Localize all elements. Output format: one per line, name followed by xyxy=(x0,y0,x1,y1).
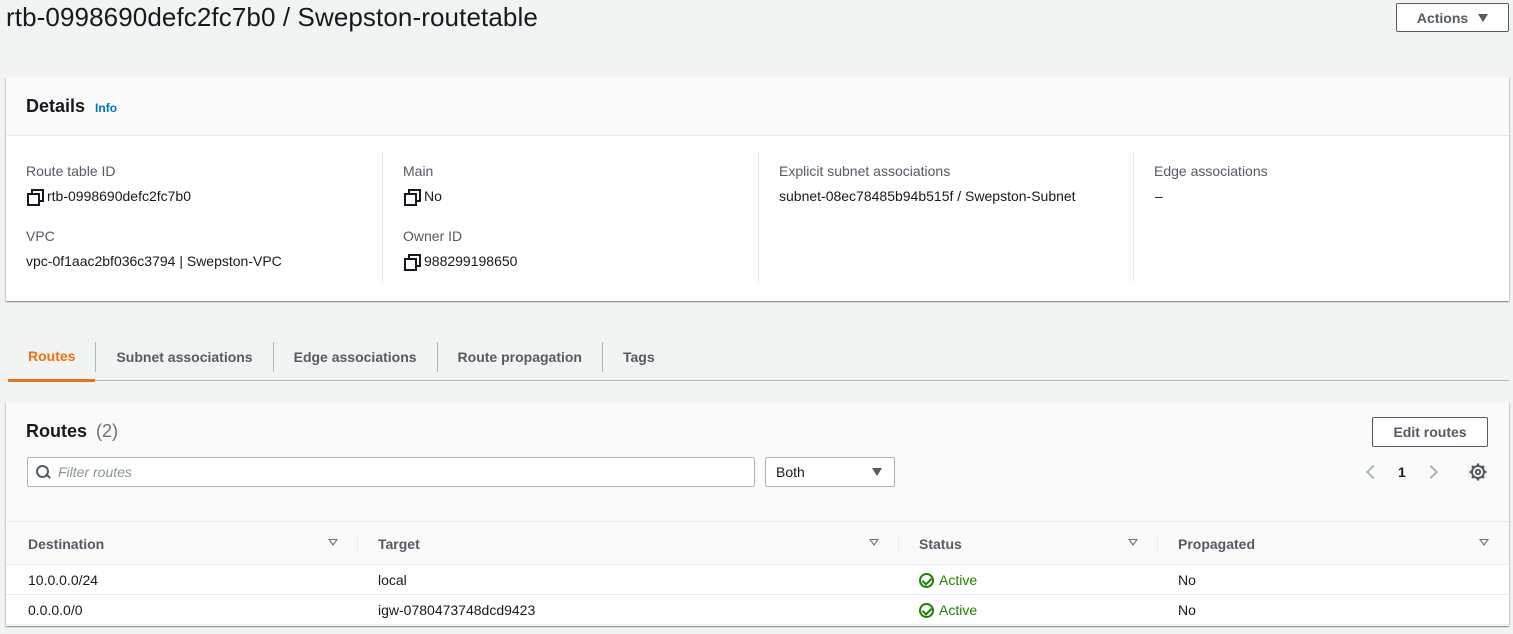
column-header-propagated[interactable]: Propagated xyxy=(1178,522,1255,565)
sort-icon[interactable] xyxy=(1479,539,1489,546)
page-number[interactable]: 1 xyxy=(1398,464,1406,480)
tab-tags[interactable]: Tags xyxy=(603,333,675,381)
status-text: Active xyxy=(939,572,978,588)
details-column-3: Explicit subnet associations subnet-08ec… xyxy=(758,152,1133,282)
check-circle-icon xyxy=(919,572,934,588)
status-text: Active xyxy=(939,602,978,618)
tab-bar: Routes Subnet associations Edge associat… xyxy=(8,333,1509,382)
check-circle-icon xyxy=(919,602,934,618)
propagated-cell: No xyxy=(1178,572,1196,588)
filter-routes-input[interactable] xyxy=(58,464,738,480)
caret-down-icon xyxy=(1478,13,1489,22)
page-title: rtb-0998690defc2fc7b0 / Swepston-routeta… xyxy=(6,2,538,32)
sort-icon[interactable] xyxy=(328,539,338,546)
route-type-select[interactable]: Both xyxy=(765,457,895,487)
owner-id-value: 988299198650 xyxy=(404,253,518,271)
actions-button[interactable]: Actions xyxy=(1396,3,1509,32)
details-column-4: Edge associations – xyxy=(1133,152,1509,282)
routes-count: (2) xyxy=(96,421,119,441)
details-column-2: Main No Owner ID 988299198650 xyxy=(382,152,758,282)
table-row[interactable]: 0.0.0.0/0 igw-0780473748dcd9423 Active N… xyxy=(6,595,1509,625)
actions-button-label: Actions xyxy=(1416,9,1469,26)
owner-id-text: 988299198650 xyxy=(424,253,518,269)
main-label: Main xyxy=(403,163,434,179)
column-header-destination[interactable]: Destination xyxy=(28,522,104,565)
sort-icon[interactable] xyxy=(1128,539,1138,546)
copy-icon[interactable] xyxy=(404,189,421,206)
status-cell: Active xyxy=(919,565,977,595)
edge-associations-label: Edge associations xyxy=(1154,163,1268,179)
sort-icon[interactable] xyxy=(869,539,879,546)
gear-icon[interactable] xyxy=(1469,463,1487,481)
tab-route-propagation[interactable]: Route propagation xyxy=(438,333,602,381)
tab-edge-associations[interactable]: Edge associations xyxy=(274,333,437,381)
main-text: No xyxy=(424,188,442,204)
edge-associations-value: – xyxy=(1155,188,1163,204)
details-grid: Route table ID rtb-0998690defc2fc7b0 VPC… xyxy=(6,136,1509,301)
routes-table-header: Destination Target Status Propagated xyxy=(6,522,1509,565)
route-table-id-label: Route table ID xyxy=(26,163,116,179)
route-table-id-text: rtb-0998690defc2fc7b0 xyxy=(47,188,191,204)
filter-routes-field[interactable] xyxy=(27,457,755,487)
search-icon xyxy=(36,465,50,479)
routes-panel: Routes (2) Edit routes Both 1 xyxy=(6,402,1509,626)
details-column-1: Route table ID rtb-0998690defc2fc7b0 VPC… xyxy=(6,152,382,282)
table-row[interactable]: 10.0.0.0/24 local Active No xyxy=(6,565,1509,595)
vpc-link[interactable]: vpc-0f1aac2bf036c3794 | Swepston-VPC xyxy=(26,253,282,269)
tab-routes[interactable]: Routes xyxy=(8,333,96,382)
tab-subnet-associations[interactable]: Subnet associations xyxy=(96,333,272,381)
column-header-status[interactable]: Status xyxy=(919,522,962,565)
details-title: Details xyxy=(26,95,86,116)
target-link[interactable]: igw-0780473748dcd9423 xyxy=(378,595,535,625)
column-divider[interactable] xyxy=(357,533,358,555)
routes-title: Routes (2) xyxy=(26,421,118,442)
route-type-select-value: Both xyxy=(776,464,805,480)
status-cell: Active xyxy=(919,595,977,625)
pagination: 1 xyxy=(1364,460,1440,484)
details-header: Details Info xyxy=(6,77,1509,136)
edit-routes-button[interactable]: Edit routes xyxy=(1372,417,1488,447)
route-table-id-value: rtb-0998690defc2fc7b0 xyxy=(27,188,191,206)
copy-icon[interactable] xyxy=(404,254,421,271)
explicit-subnet-link[interactable]: subnet-08ec78485b94b515f / Swepston-Subn… xyxy=(779,188,1076,204)
details-panel: Details Info Route table ID rtb-0998690d… xyxy=(6,77,1509,301)
destination-cell: 10.0.0.0/24 xyxy=(28,572,99,588)
propagated-cell: No xyxy=(1178,602,1196,618)
routes-header: Routes (2) Edit routes Both 1 xyxy=(6,402,1509,522)
chevron-left-icon[interactable] xyxy=(1365,464,1381,480)
column-header-target[interactable]: Target xyxy=(378,522,420,565)
main-value: No xyxy=(404,188,442,206)
copy-icon[interactable] xyxy=(27,189,44,206)
caret-down-icon xyxy=(872,468,882,476)
column-divider[interactable] xyxy=(898,533,899,555)
column-divider[interactable] xyxy=(1157,533,1158,555)
info-link[interactable]: Info xyxy=(95,101,117,115)
target-cell: local xyxy=(378,572,407,588)
destination-cell: 0.0.0.0/0 xyxy=(28,602,83,618)
owner-id-label: Owner ID xyxy=(403,228,463,244)
chevron-right-icon[interactable] xyxy=(1423,464,1438,480)
explicit-subnet-label: Explicit subnet associations xyxy=(779,163,951,179)
vpc-label: VPC xyxy=(26,228,55,244)
routes-title-text: Routes xyxy=(26,421,88,441)
